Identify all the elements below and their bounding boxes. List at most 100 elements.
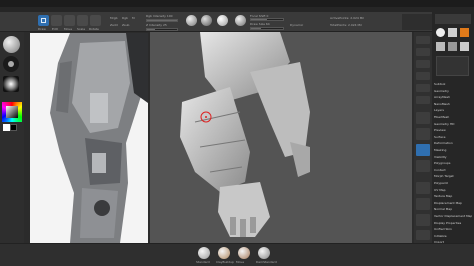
rotate-label: Rotate: [89, 27, 99, 31]
menu-item[interactable]: Masking: [434, 148, 472, 153]
brush-thumb-icon[interactable]: [258, 247, 270, 259]
alpha-preview-icon[interactable]: [3, 76, 19, 92]
draw-button[interactable]: [38, 15, 49, 26]
menu-item[interactable]: Polygroups: [434, 161, 472, 166]
toolbar-right-panel: [402, 14, 432, 30]
top-toolbar: Draw Edit Move Scale Rotate Mrgb Rgb M Z…: [0, 12, 474, 32]
scale-label: Scale: [77, 27, 86, 31]
spix-button[interactable]: [416, 48, 430, 56]
rgb-intensity-slider[interactable]: [146, 19, 178, 22]
draw-size-slider[interactable]: [250, 27, 284, 30]
3d-viewport[interactable]: [150, 32, 412, 243]
menu-item[interactable]: Layers: [434, 108, 472, 113]
stroke-preview-icon[interactable]: [3, 56, 19, 72]
draw-icon: [41, 18, 46, 23]
rgb-toggle[interactable]: Rgb: [122, 16, 128, 20]
rgb-intensity-label: Rgb Intensity 100: [146, 14, 173, 18]
brush-icon[interactable]: [186, 15, 197, 26]
secondary-color-swatch[interactable]: [10, 124, 17, 131]
aahalf-button[interactable]: [416, 96, 430, 104]
tool-thumb-active[interactable]: [460, 28, 469, 37]
move-view-button[interactable]: [416, 198, 430, 210]
material-icon[interactable]: [217, 15, 228, 26]
menu-item[interactable]: Preview: [434, 128, 472, 133]
zoom-view-button[interactable]: [416, 214, 430, 226]
menu-item[interactable]: Initialize: [434, 234, 472, 239]
reference-image: [30, 33, 148, 243]
reference-mech-arm-icon: [50, 33, 148, 243]
menu-item[interactable]: NanoMesh: [434, 102, 472, 107]
menu-item[interactable]: Display Properties: [434, 221, 472, 226]
total-points: TotalPoints: 2.024 Mil: [330, 23, 362, 27]
tool-thumb-1[interactable]: [436, 28, 445, 37]
dynamic-toggle[interactable]: Dynamic: [290, 23, 303, 27]
main-color-swatch[interactable]: [3, 124, 10, 131]
frame-button[interactable]: [416, 182, 430, 194]
menu-item[interactable]: Contact: [434, 168, 472, 173]
edit-label: Edit: [52, 27, 58, 31]
brush-thumb-icon[interactable]: [238, 247, 250, 259]
move-label: Move: [64, 27, 73, 31]
tool-thumb-3[interactable]: [436, 42, 445, 51]
brush-label: Move: [236, 260, 245, 264]
color-picker-icon[interactable]: [2, 102, 22, 122]
rotate-view-button[interactable]: [416, 230, 430, 240]
subtool-list[interactable]: [436, 56, 469, 76]
brush-thumb-icon[interactable]: [218, 247, 230, 259]
color-square[interactable]: [6, 106, 18, 118]
menu-item[interactable]: UV Map: [434, 188, 472, 193]
menu-item[interactable]: Texture Map: [434, 194, 472, 199]
brush-label: Standard: [196, 260, 210, 264]
zadd-toggle[interactable]: Zadd: [110, 23, 118, 27]
scale-button[interactable]: [77, 15, 88, 26]
menu-item[interactable]: Subtool: [434, 82, 472, 87]
menu-item[interactable]: Vector Displacement Map: [434, 214, 472, 219]
menu-item[interactable]: Polypaint: [434, 181, 472, 186]
mrgb-toggle[interactable]: Mrgb: [110, 16, 118, 20]
menu-item[interactable]: Deformation: [434, 141, 472, 146]
z-intensity-label: Z Intensity 25: [146, 23, 167, 27]
menu-item[interactable]: Geometry: [434, 89, 472, 94]
rotate-button[interactable]: [90, 15, 101, 26]
bottom-shelf: Standard ClayBuildup Move DamStandard: [0, 243, 474, 266]
menu-item[interactable]: ArrayMesh: [434, 95, 472, 100]
zoom-button[interactable]: [416, 72, 430, 80]
right-shelf: [414, 32, 432, 243]
local-button[interactable]: [416, 144, 430, 156]
focal-shift-slider[interactable]: [250, 18, 284, 21]
menu-item[interactable]: Unified Skin: [434, 227, 472, 232]
move-button[interactable]: [64, 15, 75, 26]
brush-thumb-icon[interactable]: [198, 247, 210, 259]
dot-icon: [8, 61, 14, 67]
edit-button[interactable]: [51, 15, 62, 26]
zsub-toggle[interactable]: Zsub: [122, 23, 129, 27]
menu-item[interactable]: Morph Target: [434, 174, 472, 179]
stroke-icon[interactable]: [201, 15, 212, 26]
scroll-button[interactable]: [416, 60, 430, 68]
title-bar: [0, 0, 474, 7]
persp-button[interactable]: [416, 112, 430, 124]
menu-item[interactable]: Normal Map: [434, 207, 472, 212]
brush-label: DamStandard: [256, 260, 277, 264]
bpr-button[interactable]: [416, 36, 430, 44]
menu-item[interactable]: Geometry HD: [434, 122, 472, 127]
m-toggle[interactable]: M: [132, 16, 135, 20]
menu-item[interactable]: Displacement Map: [434, 201, 472, 206]
xyz-button[interactable]: [416, 160, 430, 172]
tool-thumb-2[interactable]: [448, 28, 457, 37]
brush-sphere-icon[interactable]: [3, 36, 20, 53]
floor-button[interactable]: [416, 128, 430, 140]
tool-thumb-4[interactable]: [448, 42, 457, 51]
z-intensity-slider[interactable]: [146, 28, 178, 31]
menu-item[interactable]: FiberMesh: [434, 115, 472, 120]
active-points: ActivePoints: 2.024 Mil: [330, 16, 365, 20]
menu-item[interactable]: Visibility: [434, 155, 472, 160]
alpha-icon[interactable]: [235, 15, 246, 26]
brush-label: ClayBuildup: [216, 260, 234, 264]
tool-thumb-5[interactable]: [460, 42, 469, 51]
menu-item[interactable]: Surface: [434, 135, 472, 140]
draw-label: Draw: [38, 27, 46, 31]
draw-size-label: Draw Size 64: [250, 22, 270, 26]
actual-button[interactable]: [416, 84, 430, 92]
tray-header: [435, 14, 471, 24]
